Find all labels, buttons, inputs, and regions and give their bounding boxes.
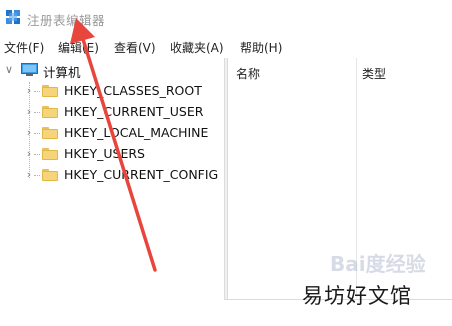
tree-item-hklm[interactable]: › HKEY_LOCAL_MACHINE (0, 123, 224, 143)
folder-icon (42, 85, 58, 97)
tree-label: HKEY_LOCAL_MACHINE (64, 125, 209, 140)
tree-label: HKEY_CURRENT_USER (64, 104, 204, 119)
chevron-right-icon[interactable]: › (24, 81, 34, 101)
title-bar: 注册表编辑器 (0, 0, 452, 36)
column-header-type[interactable]: 类型 (362, 65, 386, 82)
tree-connector (34, 133, 40, 134)
computer-icon (21, 63, 38, 76)
menu-view[interactable]: 查看(V) (114, 39, 156, 56)
chevron-right-icon[interactable]: › (24, 144, 34, 164)
tree-item-hkcc[interactable]: › HKEY_CURRENT_CONFIG (0, 165, 224, 185)
tree-label: HKEY_USERS (64, 146, 145, 161)
menu-help[interactable]: 帮助(H) (240, 39, 282, 56)
registry-tree[interactable]: ∨ 计算机 › HKEY_CLASSES_ROOT › HKEY_CURRENT… (0, 58, 226, 326)
chevron-right-icon[interactable]: › (24, 123, 34, 143)
tree-item-hku[interactable]: › HKEY_USERS (0, 144, 224, 164)
folder-icon (42, 106, 58, 118)
folder-icon (42, 127, 58, 139)
tree-label: HKEY_CLASSES_ROOT (64, 83, 202, 98)
chevron-down-icon[interactable]: ∨ (4, 60, 14, 80)
watermark: Bai度经验 (330, 252, 426, 276)
menu-edit[interactable]: 编辑(E) (58, 39, 99, 56)
menu-bar: 文件(F) 编辑(E) 查看(V) 收藏夹(A) 帮助(H) (0, 36, 452, 58)
tree-item-computer[interactable]: ∨ 计算机 (0, 60, 224, 80)
site-watermark: 易坊好文馆 (302, 284, 412, 308)
menu-file[interactable]: 文件(F) (4, 39, 44, 56)
folder-icon (42, 148, 58, 160)
tree-item-hkcr[interactable]: › HKEY_CLASSES_ROOT (0, 81, 224, 101)
tree-connector (34, 91, 40, 92)
chevron-right-icon[interactable]: › (24, 102, 34, 122)
regedit-icon (6, 10, 20, 24)
menu-favorites[interactable]: 收藏夹(A) (170, 39, 224, 56)
tree-label: HKEY_CURRENT_CONFIG (64, 167, 219, 182)
window-title: 注册表编辑器 (27, 13, 106, 28)
tree-connector (34, 175, 40, 176)
column-header-name[interactable]: 名称 (236, 65, 260, 82)
folder-icon (42, 169, 58, 181)
tree-connector (34, 154, 40, 155)
chevron-right-icon[interactable]: › (24, 165, 34, 185)
tree-item-hkcu[interactable]: › HKEY_CURRENT_USER (0, 102, 224, 122)
tree-label-computer: 计算机 (43, 65, 81, 80)
tree-connector (34, 112, 40, 113)
